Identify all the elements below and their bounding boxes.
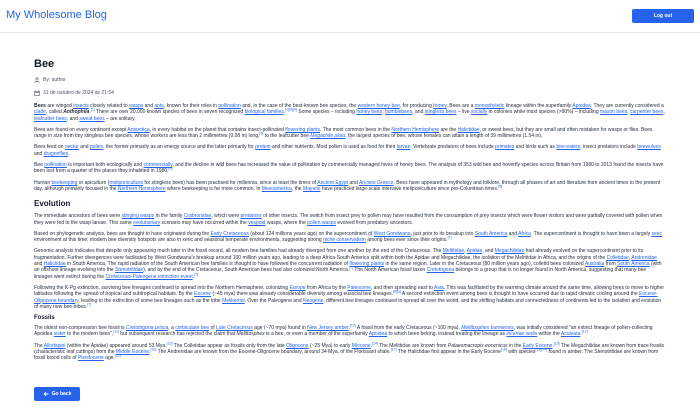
calendar-icon <box>34 90 40 96</box>
paragraph: Bees feed on nectar and pollen, the form… <box>34 144 661 157</box>
go-back-button[interactable]: Go back <box>34 387 80 401</box>
top-navbar: My Wholesome Blog Log out <box>0 0 700 33</box>
post-author: By: author <box>43 77 66 83</box>
article-body: Bees are winged insects closely related … <box>34 103 666 362</box>
paragraph: Based on phylogenetic analysis, bees are… <box>34 230 663 244</box>
paragraph: The oldest non-compression bee fossil is… <box>34 323 653 338</box>
blog-brand-link[interactable]: My Wholesome Blog <box>6 9 107 21</box>
user-icon <box>34 77 40 83</box>
section-heading-fossils: Fossils <box>34 315 55 322</box>
post-date: 31 de outubro de 2024 às 21:54 <box>43 90 114 96</box>
logout-button[interactable]: Log out <box>632 9 694 23</box>
paragraph: Bees are winged insects closely related … <box>34 103 665 122</box>
paragraph: The Allodapini (within the Apidae) appea… <box>34 341 665 362</box>
arrow-left-icon <box>43 391 49 397</box>
post-content: Bee By: author 31 de outubro de 2024 às … <box>34 58 666 367</box>
paragraph: Human beekeeping or apiculture (meliponi… <box>34 179 661 192</box>
paragraph: Following the K-Pg extinction, surviving… <box>34 284 665 310</box>
go-back-label: Go back <box>51 391 72 397</box>
paragraph: Genomic analysis indicates that despite … <box>34 248 662 280</box>
paragraph: The immediate ancestors of bees were sti… <box>34 213 663 226</box>
post-date-row: 31 de outubro de 2024 às 21:54 <box>34 90 666 96</box>
post-title: Bee <box>34 58 55 70</box>
paragraph: Bee pollination is important both ecolog… <box>34 162 664 175</box>
post-author-row: By: author <box>34 77 666 83</box>
section-heading-evolution: Evolution <box>34 199 71 209</box>
paragraph: Bees are found on every continent except… <box>34 126 653 140</box>
